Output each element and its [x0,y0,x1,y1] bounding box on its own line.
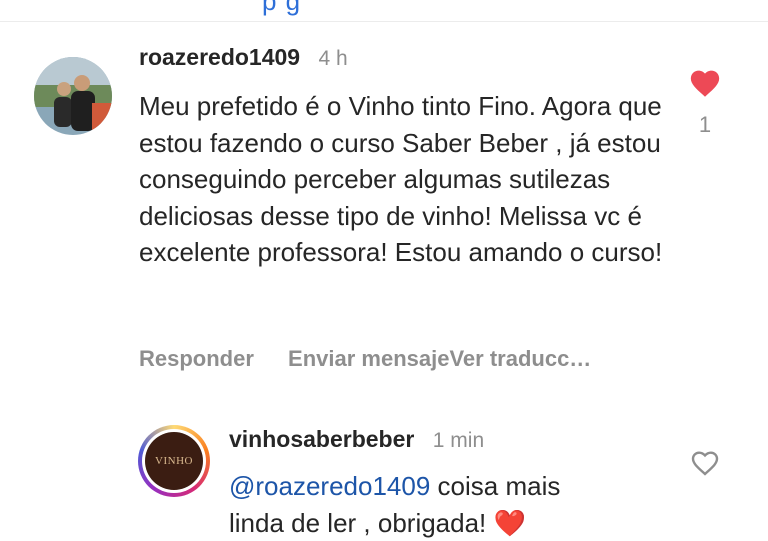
reply-button[interactable]: Responder [139,346,254,371]
heart-filled-icon[interactable] [688,66,722,103]
vinho-logo: VINHO [145,432,203,490]
comment-header: roazeredo1409 4 h [139,44,348,71]
reply-text-part1: coisa mais [430,471,561,501]
previous-comment-fragment: p g [262,0,302,16]
divider [0,21,768,22]
comment-text: Meu prefetido é o Vinho tinto Fino. Agor… [139,91,663,267]
send-message-button[interactable]: Enviar mensajeVer traducc… [288,346,591,371]
reply-header: vinhosaberbeber 1 min [229,426,484,453]
like-count: 1 [698,112,712,137]
reply-text: @roazeredo1409 coisa mais linda de ler ,… [229,468,669,541]
avatar-roazeredo1409[interactable] [34,57,112,135]
reply-time: 1 min [432,429,485,452]
reply-text-part2: linda de ler , obrigada! [229,507,494,538]
comment-time: 4 h [318,47,348,70]
avatar-vinhosaberbeber[interactable]: VINHO [138,425,210,497]
mention-link[interactable]: @roazeredo1409 [229,471,430,501]
reply-username[interactable]: vinhosaberbeber [229,426,414,452]
heart-emoji: ❤️ [493,507,526,538]
heart-outline-icon[interactable] [689,447,721,482]
avatar-ring-inner: VINHO [142,429,206,493]
comment-username[interactable]: roazeredo1409 [139,44,300,70]
comment-actions: Responder Enviar mensajeVer traducc… [139,346,619,372]
